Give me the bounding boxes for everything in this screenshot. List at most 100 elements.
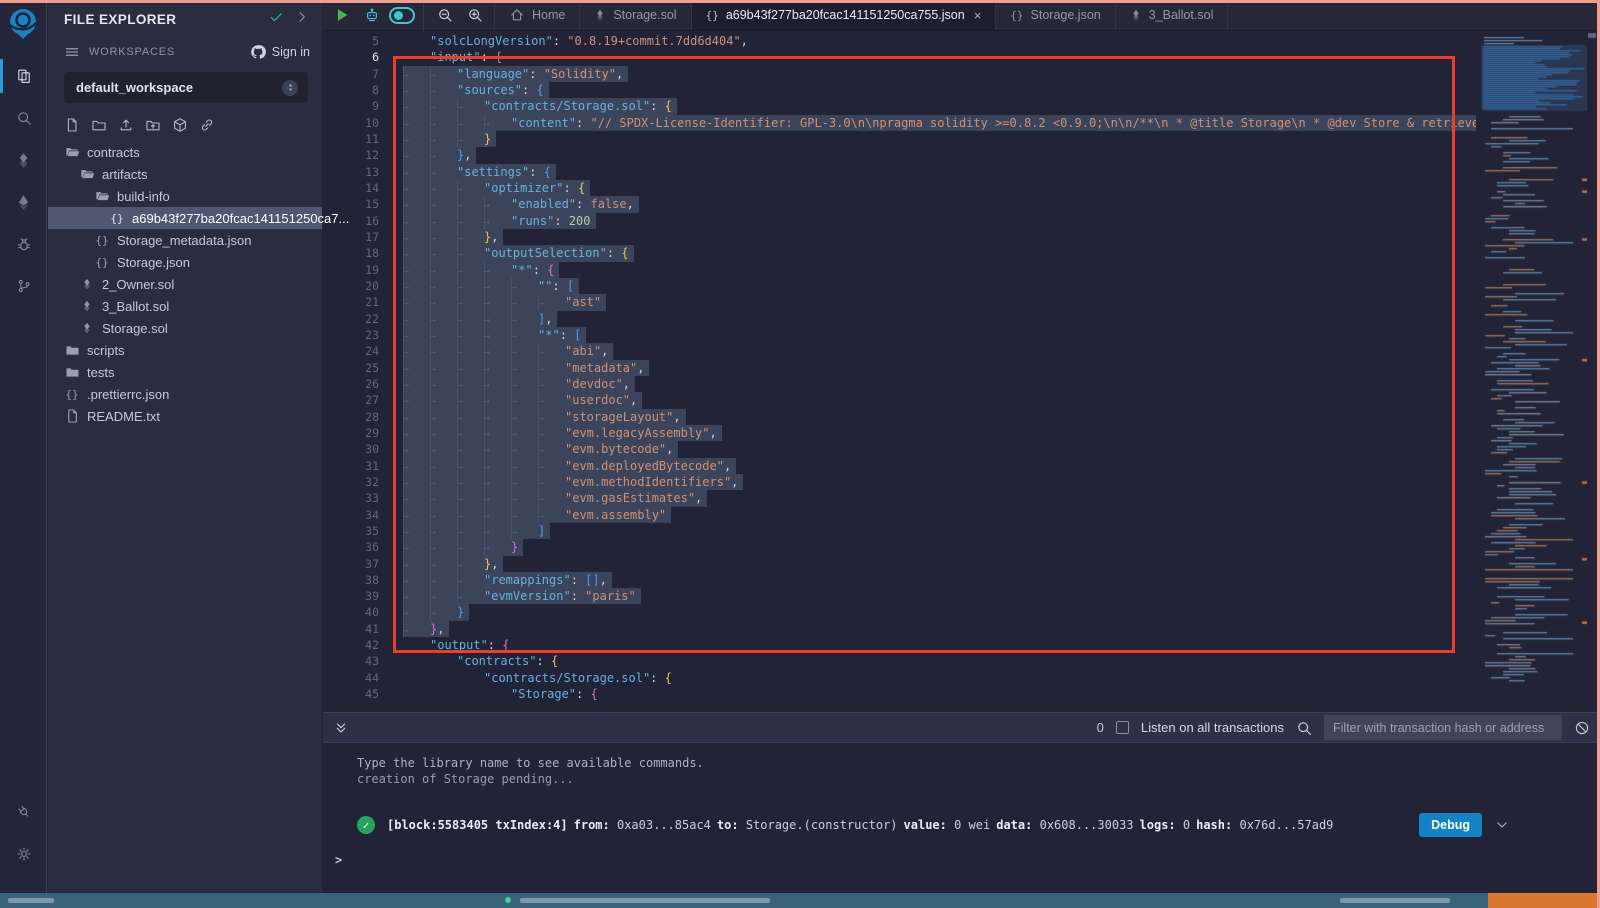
success-check-icon: ✓: [357, 816, 375, 834]
transaction-summary: [block:5583405 txIndex:4]from: 0xa03...8…: [387, 818, 1339, 832]
editor-scrollbar[interactable]: [1587, 31, 1597, 712]
code-line: "devdoc",: [403, 376, 1476, 392]
line-number: 9: [323, 98, 391, 114]
transaction-row[interactable]: ✓ [block:5583405 txIndex:4]from: 0xa03..…: [357, 813, 1510, 837]
file-explorer-panel: FILE EXPLORER WORKSPACES Sign in default…: [48, 0, 322, 893]
tab-a69b43f277ba20fcac141151250ca755.json[interactable]: {}a69b43f277ba20fcac141151250ca755.json×: [692, 0, 997, 30]
activity-deploy-run[interactable]: [0, 181, 47, 223]
tab-Storage.sol[interactable]: Storage.sol: [580, 0, 691, 30]
activity-plugin-manager[interactable]: [0, 791, 47, 833]
line-number: 29: [323, 425, 391, 441]
zoom-out-button[interactable]: [432, 2, 458, 28]
clear-console-icon[interactable]: [1574, 720, 1590, 736]
new-folder-button[interactable]: [91, 117, 107, 133]
link-button[interactable]: [199, 117, 215, 133]
terminal-search-icon[interactable]: [1296, 720, 1312, 736]
activity-file-explorer[interactable]: [0, 55, 47, 97]
line-number: 30: [323, 441, 391, 457]
editor-lines[interactable]: "solcVersion": "0.8.19","solcLongVersion…: [403, 31, 1476, 702]
tree-item[interactable]: contracts: [48, 141, 322, 163]
tree-item[interactable]: 2_Owner.sol: [48, 273, 322, 295]
remix-logo[interactable]: [5, 5, 41, 41]
terminal-line: Type the library name to see available c…: [357, 755, 1510, 771]
code-line: "ast": [403, 294, 1476, 310]
tab-label: Storage.json: [1031, 8, 1101, 22]
tree-item[interactable]: 3_Ballot.sol: [48, 295, 322, 317]
tabs: HomeStorage.sol{}a69b43f277ba20fcac14115…: [494, 0, 1228, 30]
tree-item[interactable]: {}.prettierrc.json: [48, 383, 322, 405]
activity-solidity-compiler[interactable]: [0, 139, 47, 181]
ai-toggle[interactable]: [389, 7, 415, 24]
tree-item[interactable]: README.txt: [48, 405, 322, 427]
code-line: "*": {: [403, 262, 1476, 278]
cube-button[interactable]: [172, 117, 188, 133]
filter-input[interactable]: [1324, 715, 1562, 740]
terminal-toolbar: 0 Listen on all transactions: [323, 713, 1600, 743]
sign-in-button[interactable]: Sign in: [250, 44, 310, 60]
tree-item[interactable]: {}Storage.json: [48, 251, 322, 273]
line-number: 22: [323, 311, 391, 327]
line-number: 36: [323, 539, 391, 555]
tree-item[interactable]: Storage.sol: [48, 317, 322, 339]
code-editor[interactable]: 4567891011121314151617181920212223242526…: [323, 31, 1600, 712]
solidity-file-icon: [594, 9, 606, 21]
tree-item[interactable]: tests: [48, 361, 322, 383]
tree-item-label: Storage.sol: [102, 321, 168, 336]
line-number: 34: [323, 507, 391, 523]
workspaces-menu-button[interactable]: [64, 44, 80, 60]
tab-3_Ballot.sol[interactable]: 3_Ballot.sol: [1116, 0, 1229, 30]
tree-item-label: a69b43f277ba20fcac141151250ca7...: [132, 211, 349, 226]
minimap[interactable]: [1481, 36, 1587, 686]
terminal-output: Type the library name to see available c…: [323, 743, 1600, 893]
activity-git[interactable]: [0, 265, 47, 307]
upload-folder-button[interactable]: [145, 117, 161, 133]
tree-item[interactable]: artifacts: [48, 163, 322, 185]
zoom-in-button[interactable]: [462, 2, 488, 28]
workspaces-label: WORKSPACES: [89, 46, 241, 58]
line-number: 10: [323, 115, 391, 131]
run-script-button[interactable]: [329, 2, 355, 28]
activity-search[interactable]: [0, 97, 47, 139]
folder-icon: [64, 343, 80, 358]
activity-bar: [0, 0, 47, 893]
code-line: "storageLayout",: [403, 409, 1476, 425]
tree-item[interactable]: {}Storage_metadata.json: [48, 229, 322, 251]
tab-Home[interactable]: Home: [494, 0, 580, 30]
line-number: 35: [323, 523, 391, 539]
scrollbar-thumb[interactable]: [1588, 33, 1596, 38]
terminal-collapse-icon[interactable]: [333, 720, 349, 736]
expand-transaction-icon[interactable]: [1494, 817, 1510, 833]
status-badge[interactable]: [1488, 893, 1600, 908]
line-number: 6: [323, 49, 391, 65]
status-text-right: [1340, 898, 1450, 903]
line-number: 27: [323, 392, 391, 408]
solidity-file-icon: [79, 322, 95, 334]
workspace-caret-icon: [282, 80, 298, 96]
tree-item[interactable]: build-info: [48, 185, 322, 207]
tree-item[interactable]: scripts: [48, 339, 322, 361]
line-number: 25: [323, 360, 391, 376]
ai-assistant-button[interactable]: [359, 2, 385, 28]
collapse-panel-button[interactable]: [294, 9, 310, 30]
tab-Storage.json[interactable]: {}Storage.json: [996, 0, 1115, 30]
git-icon: [16, 278, 32, 294]
accept-check-button[interactable]: [268, 9, 284, 30]
close-tab-icon[interactable]: ×: [974, 8, 982, 23]
json-icon: {}: [94, 256, 110, 269]
tree-item[interactable]: {}a69b43f277ba20fcac141151250ca7...: [48, 207, 322, 229]
debug-button[interactable]: Debug: [1419, 813, 1482, 837]
listen-checkbox[interactable]: [1116, 721, 1129, 734]
terminal-prompt[interactable]: >: [335, 853, 342, 867]
new-file-button[interactable]: [64, 117, 80, 133]
upload-file-button[interactable]: [118, 117, 134, 133]
terminal: 0 Listen on all transactions Type the li…: [323, 712, 1600, 893]
debugger-icon: [16, 236, 32, 252]
code-line: "contracts/Storage.sol": {: [403, 98, 1476, 114]
link-icon: [199, 117, 215, 133]
workspace-select[interactable]: default_workspace: [64, 72, 308, 103]
line-number: 37: [323, 556, 391, 572]
activity-debugger[interactable]: [0, 223, 47, 265]
file-tree: contractsartifactsbuild-info{}a69b43f277…: [48, 141, 322, 427]
activity-settings[interactable]: [0, 833, 47, 875]
plugin-manager-icon: [16, 804, 32, 820]
